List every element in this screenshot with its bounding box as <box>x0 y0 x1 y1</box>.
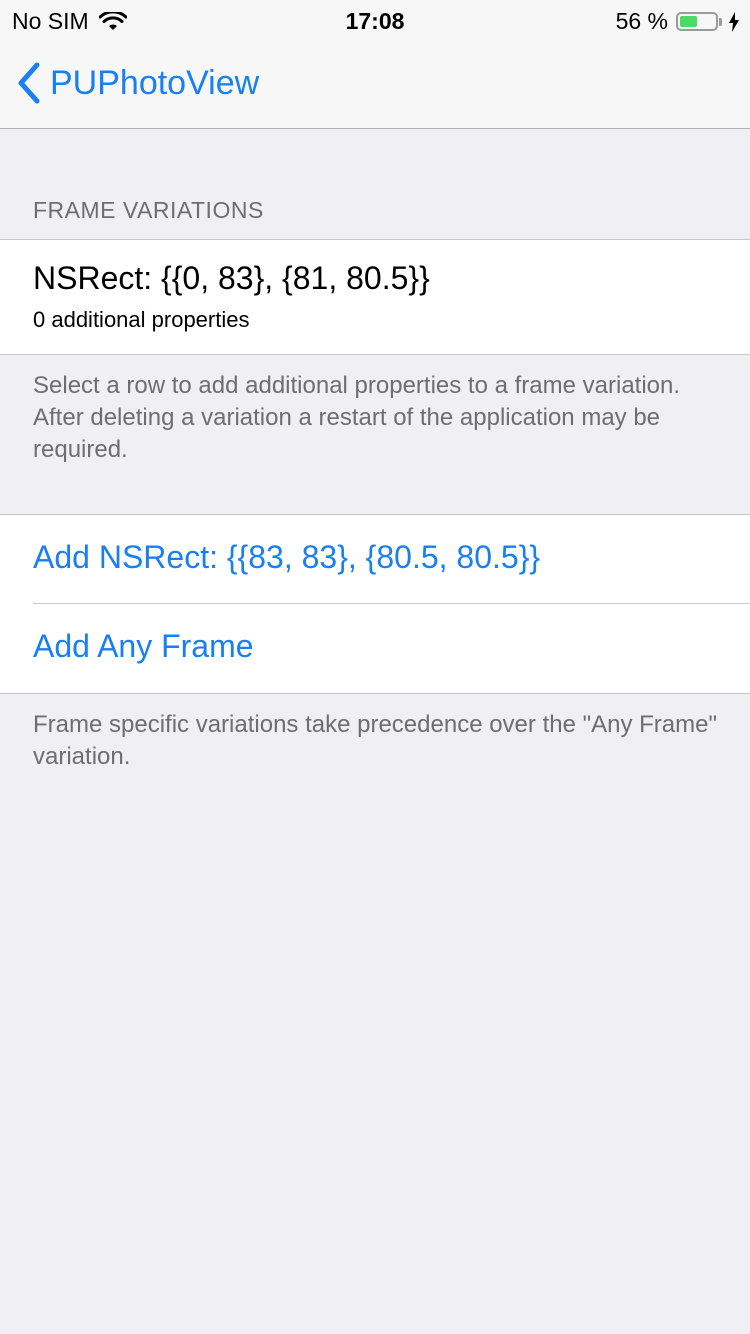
battery-level <box>680 16 698 27</box>
add-actions-list: Add NSRect: {{83, 83}, {80.5, 80.5}} Add… <box>0 514 750 694</box>
actions-footer: Frame specific variations take precedenc… <box>33 711 717 770</box>
status-bar: No SIM 17:08 56 % <box>0 0 750 40</box>
bolt-icon <box>729 11 739 32</box>
battery-icon <box>676 12 718 31</box>
back-button[interactable]: PUPhotoView <box>16 62 259 104</box>
battery-percent: 56 % <box>615 8 668 34</box>
frame-variations-list: NSRect: {{0, 83}, {81, 80.5}} 0 addition… <box>0 239 750 355</box>
frame-variation-row[interactable]: NSRect: {{0, 83}, {81, 80.5}} 0 addition… <box>0 240 750 354</box>
add-nsrect-button[interactable]: Add NSRect: {{83, 83}, {80.5, 80.5}} <box>0 515 750 603</box>
battery-tip <box>719 17 722 26</box>
chevron-left-icon <box>18 62 40 104</box>
section-header-frame-variations: FRAME VARIATIONS <box>33 197 264 223</box>
add-any-frame-button[interactable]: Add Any Frame <box>0 604 750 692</box>
frame-variation-title: NSRect: {{0, 83}, {81, 80.5}} <box>33 260 430 296</box>
battery-indicator: 56 % <box>616 8 740 35</box>
navigation-bar: PUPhotoView <box>0 40 750 128</box>
frame-variation-subtitle: 0 additional properties <box>33 307 250 332</box>
back-button-label: PUPhotoView <box>50 63 260 102</box>
frame-variations-footer: Select a row to add additional propertie… <box>33 372 681 463</box>
top-bar: No SIM 17:08 56 % PUPhotoView <box>0 0 750 129</box>
add-nsrect-label: Add NSRect: {{83, 83}, {80.5, 80.5}} <box>33 539 541 575</box>
add-any-frame-label: Add Any Frame <box>33 628 254 664</box>
